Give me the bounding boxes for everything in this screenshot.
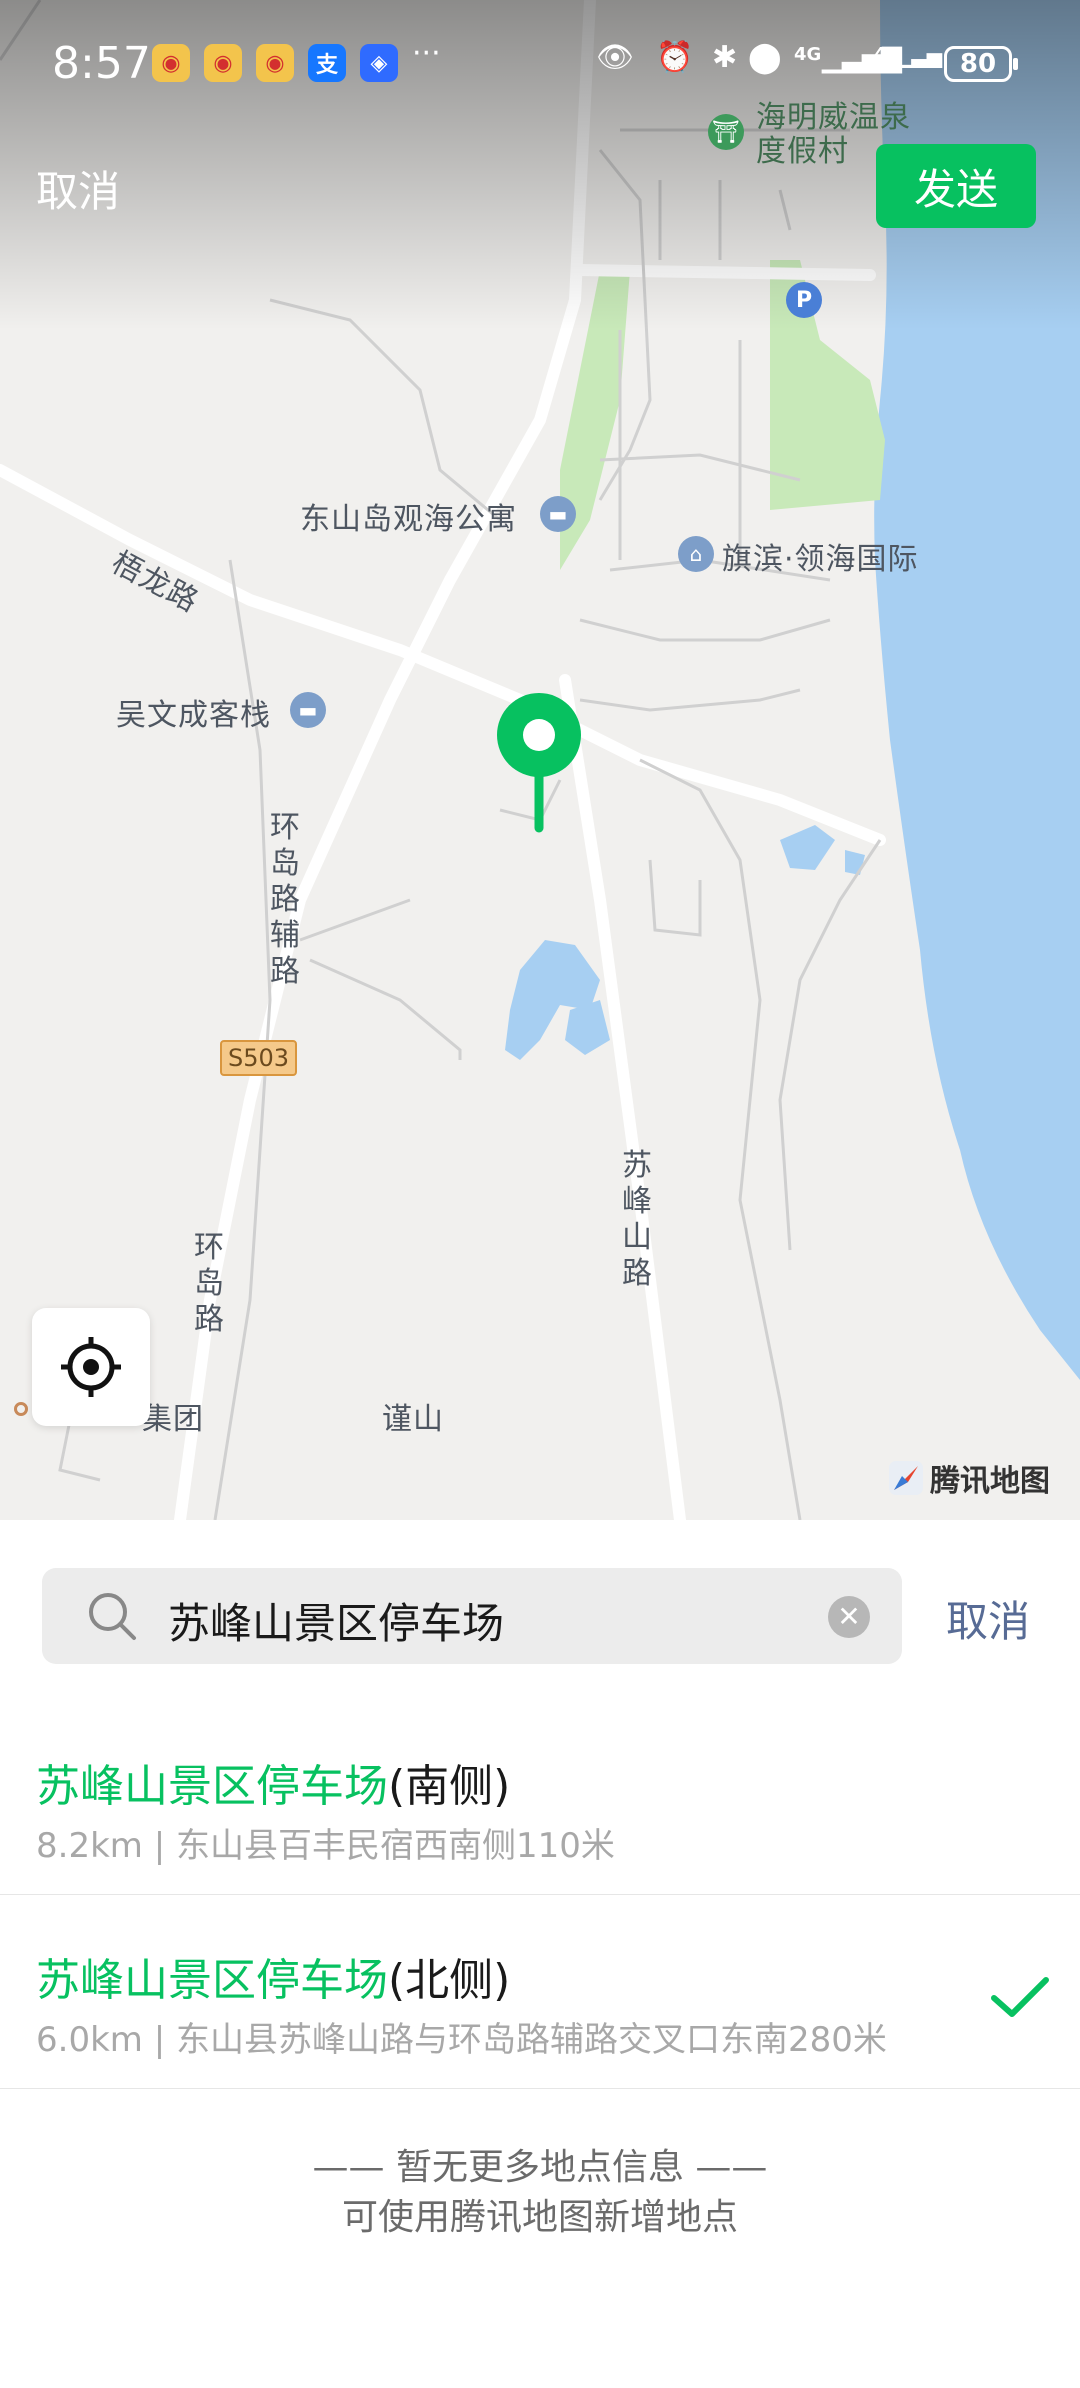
more-notifications-icon: ··· (412, 36, 441, 71)
search-query-text: 苏峰山景区停车场 (168, 1599, 505, 1648)
status-bar: 8:57 ◉ ◉ ◉ 支 ◈ ··· 👁 ⏰ ✱ ⬤ 4G ▁▃▅▇ 4G ▁▃… (0, 0, 1080, 130)
map-label-resort-line2: 度假村 (756, 134, 849, 169)
weibo-icon: ◉ (204, 44, 242, 82)
hotel-icon: ▬ (290, 692, 326, 728)
no-more-results-text: —— 暂无更多地点信息 —— (312, 2147, 768, 2188)
location-icon: ⬤ (748, 40, 782, 75)
cancel-search-button[interactable]: 取消 (946, 1588, 1030, 1649)
alipay-icon: 支 (308, 44, 346, 82)
result-name-highlight: 苏峰山景区停车场 (36, 1761, 388, 1812)
result-item[interactable]: 苏峰山景区停车场(北侧) 6.0km | 东山县苏峰山路与环岛路辅路交叉口东南2… (0, 1894, 1080, 2089)
network-type-1: 4G (794, 44, 822, 65)
map-view[interactable]: ⛩ 海明威温泉 度假村 P 东山岛观海公寓 ▬ ⌂ 旗滨·领海国际 梧龙路 吴文… (0, 0, 1080, 1520)
eye-icon: 👁 (596, 40, 635, 75)
tencent-map-text: 腾讯地图 (930, 1464, 1050, 1499)
status-time: 8:57 (52, 38, 151, 89)
result-detail: 8.2km | 东山县百丰民宿西南侧110米 (36, 1826, 615, 1866)
result-detail: 6.0km | 东山县苏峰山路与环岛路辅路交叉口东南280米 (36, 2020, 887, 2060)
parking-icon: P (786, 282, 822, 318)
result-name-suffix: (南侧) (388, 1761, 511, 1812)
poi-dot-icon (14, 1402, 28, 1416)
result-name: 苏峰山景区停车场(南侧) (36, 1750, 510, 1814)
battery-indicator: 80 (944, 46, 1018, 82)
map-label-huandao-road: 环岛路 (194, 1230, 224, 1337)
result-item[interactable]: 苏峰山景区停车场(南侧) 8.2km | 东山县百丰民宿西南侧110米 (0, 1700, 1080, 1895)
location-pin-icon (497, 693, 581, 833)
map-label-aux-road: 环岛路辅路 (270, 810, 300, 989)
weibo-icon: ◉ (152, 44, 190, 82)
map-label-group: 集团 (142, 1402, 204, 1437)
road-shield-s503: S503 (220, 1040, 298, 1076)
signal-icon: ▁▃▅ (896, 44, 943, 68)
my-location-button[interactable] (32, 1308, 150, 1426)
result-name-highlight: 苏峰山景区停车场 (36, 1955, 388, 2006)
hotel-icon: ▬ (540, 496, 576, 532)
checkmark-icon (991, 1977, 1049, 2017)
map-label-wuwencheng: 吴文成客栈 (116, 698, 271, 733)
result-name: 苏峰山景区停车场(北侧) (36, 1944, 510, 2008)
result-name-suffix: (北侧) (388, 1955, 511, 2006)
shield-app-icon: ◈ (360, 44, 398, 82)
search-panel: 苏峰山景区停车场 ✕ 取消 苏峰山景区停车场(南侧) 8.2km | 东山县百丰… (0, 1520, 1080, 2388)
clear-search-icon[interactable]: ✕ (828, 1596, 870, 1638)
map-label-jinshan: 谨山 (382, 1402, 444, 1437)
search-icon (89, 1593, 136, 1640)
map-label-sufeng-road: 苏峰山路 (622, 1148, 652, 1291)
crosshair-icon (61, 1337, 121, 1397)
alarm-icon: ⏰ (656, 40, 694, 75)
tencent-map-icon (889, 1461, 923, 1495)
send-button[interactable]: 发送 (876, 144, 1036, 228)
map-label-qibin: 旗滨·领海国际 (722, 542, 919, 577)
home-icon: ⌂ (678, 536, 714, 572)
add-location-hint[interactable]: 可使用腾讯地图新增地点 (0, 2188, 1080, 2240)
cancel-button[interactable]: 取消 (36, 158, 120, 219)
map-label-apartment: 东山岛观海公寓 (300, 502, 517, 537)
weibo-icon: ◉ (256, 44, 294, 82)
bluetooth-icon: ✱ (712, 40, 738, 75)
tencent-map-logo: 腾讯地图 (888, 1456, 1050, 1500)
search-input[interactable]: 苏峰山景区停车场 ✕ (42, 1568, 902, 1664)
